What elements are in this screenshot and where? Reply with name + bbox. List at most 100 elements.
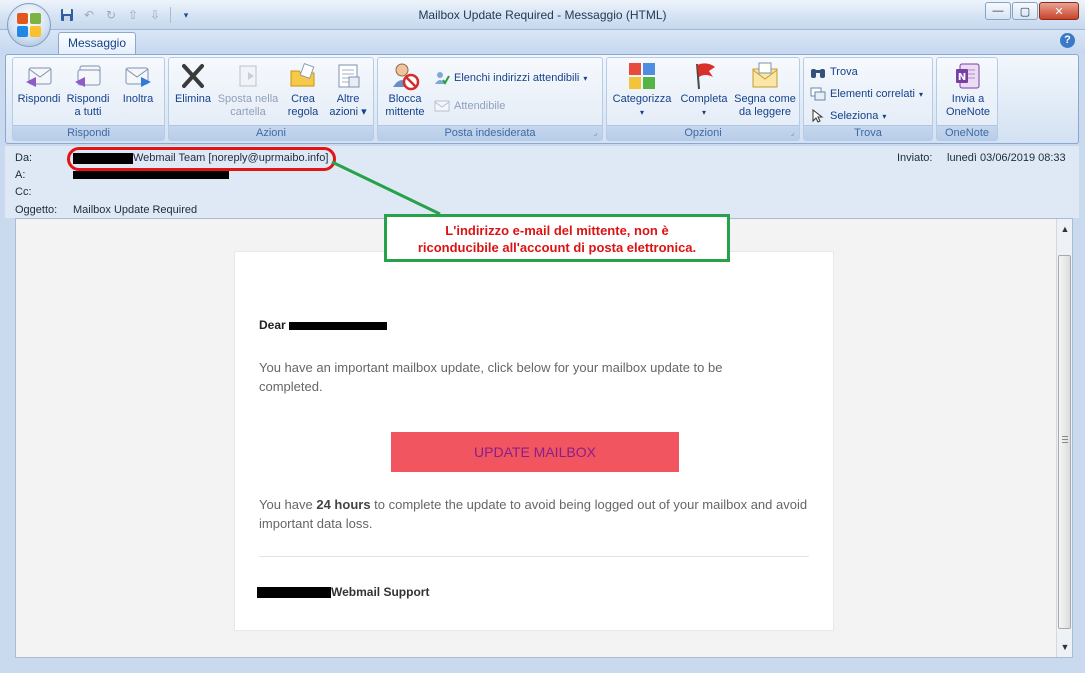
rule-folder-icon <box>287 61 319 91</box>
from-label: Da: <box>15 152 33 164</box>
scroll-thumb[interactable] <box>1058 255 1071 629</box>
redacted-block <box>73 171 229 180</box>
group-label-azioni: Azioni <box>169 125 373 140</box>
scroll-down-icon[interactable]: ▼ <box>1057 639 1073 655</box>
mark-unread-label-1: Segna come <box>734 93 796 105</box>
other-actions-label-2: azioni ▾ <box>329 106 367 118</box>
help-icon[interactable]: ? <box>1060 33 1075 48</box>
categorize-button[interactable]: Categorizza ▾ <box>610 61 674 119</box>
reply-label: Rispondi <box>17 93 61 105</box>
window-controls: — ▢ ✕ <box>985 2 1079 20</box>
scroll-up-icon[interactable]: ▲ <box>1057 221 1073 237</box>
send-to-onenote-button[interactable]: N Invia a OneNote <box>941 61 995 119</box>
reply-button[interactable]: Rispondi <box>17 61 61 106</box>
p2-before: You have <box>259 497 317 512</box>
office-button[interactable] <box>7 3 51 47</box>
group-label-trova: Trova <box>804 125 932 140</box>
ribbon-tab-row: Messaggio ? <box>0 30 1085 55</box>
reply-all-button[interactable]: Rispondi a tutti <box>64 61 112 119</box>
move-folder-icon <box>232 61 264 91</box>
reply-all-label-1: Rispondi <box>66 93 110 105</box>
grip-icon <box>1062 436 1068 444</box>
vertical-scrollbar[interactable]: ▲ ▼ <box>1056 219 1072 657</box>
title-bar: ↶ ↻ ⇧ ⇩ ▾ Mailbox Update Required - Mess… <box>0 0 1085 30</box>
safe-lists-button[interactable]: Elenchi indirizzi attendibili ▾ <box>434 70 587 86</box>
other-actions-icon <box>332 61 364 91</box>
find-button[interactable]: Trova <box>810 64 858 80</box>
safe-lists-icon <box>434 70 450 86</box>
message-body: Dear You have an important mailbox updat… <box>15 218 1073 658</box>
tab-messaggio[interactable]: Messaggio <box>58 32 136 55</box>
onenote-icon: N <box>952 61 984 91</box>
email-card: Dear You have an important mailbox updat… <box>234 251 834 631</box>
update-mailbox-button[interactable]: UPDATE MAILBOX <box>391 432 679 472</box>
move-label-1: Sposta nella <box>217 93 279 105</box>
move-to-folder-button[interactable]: Sposta nella cartella <box>215 61 281 119</box>
follow-up-label: Completa <box>680 93 728 105</box>
chevron-down-icon: ▾ <box>882 111 887 121</box>
paragraph-1: You have an important mailbox update, cl… <box>259 360 723 394</box>
forward-button[interactable]: Inoltra <box>116 61 160 106</box>
minimize-button[interactable]: — <box>985 2 1011 20</box>
related-items-button[interactable]: Elementi correlati ▾ <box>810 86 923 102</box>
cursor-icon <box>810 108 826 124</box>
block-sender-label-2: mittente <box>385 106 425 118</box>
paragraph-2: You have 24 hours to complete the update… <box>259 495 819 533</box>
trusted-label: Attendibile <box>454 100 506 112</box>
select-button[interactable]: Seleziona ▾ <box>810 108 886 124</box>
window-title: Mailbox Update Required - Messaggio (HTM… <box>418 8 667 22</box>
close-button[interactable]: ✕ <box>1039 2 1079 20</box>
flag-icon <box>688 61 720 91</box>
categorize-icon <box>626 61 658 91</box>
select-label: Seleziona <box>830 110 879 122</box>
dialog-launcher-icon[interactable]: ⌟ <box>788 129 797 138</box>
send-to-onenote-label-2: OneNote <box>945 106 991 118</box>
maximize-button[interactable]: ▢ <box>1012 2 1038 20</box>
sent-value: lunedì 03/06/2019 08:33 <box>947 152 1066 164</box>
group-trova: Trova Elementi correlati ▾ Seleziona ▾ T… <box>803 57 933 141</box>
subject-value: Mailbox Update Required <box>73 204 198 216</box>
group-label-opzioni: Opzioni <box>607 125 799 140</box>
signature-text: Webmail Support <box>331 585 430 599</box>
message-header: Da: Webmail Team [noreply@uprmaibo.info]… <box>5 146 1079 218</box>
annotation-line-1: L'indirizzo e-mail del mittente, non è <box>445 223 669 238</box>
highlight-oval <box>67 147 336 171</box>
to-value[interactable] <box>73 169 229 181</box>
reply-icon <box>23 61 55 91</box>
send-to-onenote-label-1: Invia a <box>951 93 985 105</box>
group-azioni: Elimina Sposta nella cartella Crea regol… <box>168 57 374 141</box>
chevron-down-icon: ▾ <box>583 73 588 83</box>
delete-button[interactable]: Elimina <box>173 61 213 106</box>
subject-label: Oggetto: <box>15 204 58 216</box>
mark-unread-button[interactable]: Segna come da leggere <box>733 61 797 119</box>
other-actions-label-1: Altre <box>336 93 360 105</box>
other-actions-button[interactable]: Altre azioni ▾ <box>327 61 369 119</box>
group-onenote: N Invia a OneNote OneNote <box>936 57 998 141</box>
p2-bold: 24 hours <box>316 497 371 512</box>
related-items-icon <box>810 86 826 102</box>
rule-label-2: regola <box>287 106 319 118</box>
sent-label: Inviato: <box>897 152 933 164</box>
chevron-down-icon: ▾ <box>701 108 706 117</box>
dialog-launcher-icon[interactable]: ⌟ <box>591 129 600 138</box>
create-rule-button[interactable]: Crea regola <box>283 61 323 119</box>
cc-label: Cc: <box>15 186 32 198</box>
svg-text:N: N <box>958 72 966 83</box>
greeting-text: Dear <box>259 318 286 332</box>
chevron-down-icon: ▾ <box>639 108 644 117</box>
trusted-button[interactable]: Attendibile <box>434 98 505 114</box>
block-sender-button[interactable]: Blocca mittente <box>382 61 428 119</box>
block-sender-icon <box>389 61 421 91</box>
ribbon: Rispondi Rispondi a tutti Inoltra Rispon… <box>5 54 1079 144</box>
reply-all-icon <box>72 61 104 91</box>
greeting: Dear <box>259 318 388 332</box>
group-label-posta-indesiderata: Posta indesiderata <box>378 125 602 140</box>
safe-lists-label: Elenchi indirizzi attendibili <box>454 72 580 84</box>
group-rispondi: Rispondi Rispondi a tutti Inoltra Rispon… <box>12 57 165 141</box>
delete-label: Elimina <box>174 93 212 105</box>
move-label-2: cartella <box>230 106 266 118</box>
signature: Webmail Support <box>257 585 429 599</box>
related-items-label: Elementi correlati <box>830 88 915 100</box>
follow-up-button[interactable]: Completa ▾ <box>677 61 731 119</box>
reply-all-label-2: a tutti <box>74 106 102 118</box>
